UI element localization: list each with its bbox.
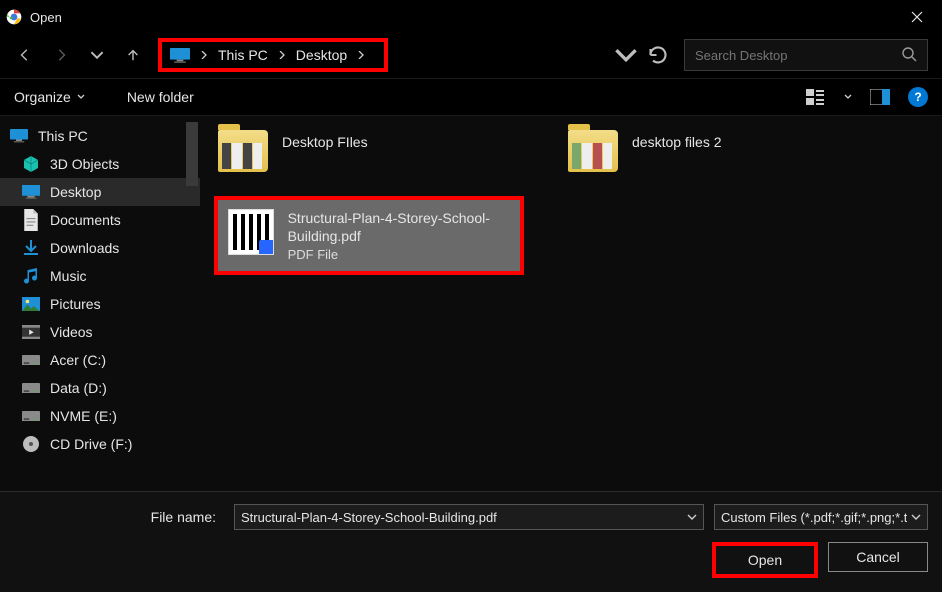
bottom-panel: File name: Custom Files (*.pdf;*.gif;*.p… [0, 491, 942, 592]
desktop-icon [22, 183, 40, 201]
organize-button[interactable]: Organize [14, 89, 85, 105]
this-pc-icon [170, 48, 190, 62]
new-folder-button[interactable]: New folder [127, 89, 194, 105]
previous-locations-button[interactable] [614, 43, 638, 67]
filter-label: Custom Files (*.pdf;*.gif;*.png;*.t [721, 510, 907, 525]
folder-label: Desktop FIles [282, 130, 368, 150]
sidebar-item-label: This PC [38, 128, 88, 144]
chevron-right-icon [357, 51, 365, 59]
sidebar-item-drive-e[interactable]: NVME (E:) [0, 402, 200, 430]
main-area: This PC 3D Objects Desktop Documents Dow… [0, 116, 942, 491]
sidebar: This PC 3D Objects Desktop Documents Dow… [0, 116, 200, 491]
sidebar-item-label: Desktop [50, 184, 101, 200]
music-icon [22, 267, 40, 285]
filename-combobox[interactable] [234, 504, 704, 530]
caret-down-icon[interactable] [844, 93, 852, 101]
search-icon [901, 46, 917, 65]
breadcrumb[interactable]: This PC Desktop [158, 38, 388, 72]
drive-icon [22, 407, 40, 425]
scrollbar-thumb[interactable] [186, 122, 198, 186]
caret-down-icon[interactable] [687, 510, 697, 525]
sidebar-item-label: Data (D:) [50, 380, 107, 396]
close-button[interactable] [900, 6, 934, 28]
drive-icon [22, 351, 40, 369]
help-button[interactable]: ? [908, 87, 928, 107]
caret-down-icon [911, 510, 921, 525]
sidebar-item-documents[interactable]: Documents [0, 206, 200, 234]
file-type-filter[interactable]: Custom Files (*.pdf;*.gif;*.png;*.t [714, 504, 928, 530]
this-pc-icon [10, 127, 28, 145]
sidebar-item-desktop[interactable]: Desktop [0, 178, 200, 206]
search-input[interactable] [695, 48, 885, 63]
sidebar-item-music[interactable]: Music [0, 262, 200, 290]
sidebar-item-label: CD Drive (F:) [50, 436, 132, 452]
file-name: Structural-Plan-4-Storey-School-Building… [288, 209, 510, 245]
chevron-right-icon [200, 51, 208, 59]
folder-label: desktop files 2 [632, 130, 722, 150]
sidebar-item-label: Music [50, 268, 87, 284]
document-icon [22, 211, 40, 229]
sidebar-item-this-pc[interactable]: This PC [0, 122, 200, 150]
pdf-thumbnail-icon [228, 209, 274, 255]
toolbar: Organize New folder ? [0, 78, 942, 116]
view-options-button[interactable] [806, 89, 826, 105]
search-box[interactable] [684, 39, 928, 71]
video-icon [22, 323, 40, 341]
chevron-right-icon [278, 51, 286, 59]
sidebar-item-drive-c[interactable]: Acer (C:) [0, 346, 200, 374]
window-title: Open [30, 10, 62, 25]
recent-locations-button[interactable] [86, 44, 108, 66]
address-bar: This PC Desktop [0, 34, 942, 78]
file-tile-selected[interactable]: Structural-Plan-4-Storey-School-Building… [214, 196, 524, 275]
sidebar-item-label: 3D Objects [50, 156, 119, 172]
drive-icon [22, 379, 40, 397]
cancel-button[interactable]: Cancel [828, 542, 928, 572]
folder-icon [568, 130, 618, 172]
app-icon [6, 9, 22, 25]
sidebar-item-pictures[interactable]: Pictures [0, 290, 200, 318]
up-button[interactable] [122, 44, 144, 66]
breadcrumb-root[interactable]: This PC [218, 47, 268, 63]
picture-icon [22, 295, 40, 313]
open-label: Open [748, 552, 782, 568]
sidebar-item-label: Videos [50, 324, 93, 340]
sidebar-item-drive-d[interactable]: Data (D:) [0, 374, 200, 402]
sidebar-item-downloads[interactable]: Downloads [0, 234, 200, 262]
back-button[interactable] [14, 44, 36, 66]
sidebar-item-label: Pictures [50, 296, 101, 312]
cd-icon [22, 435, 40, 453]
caret-down-icon [77, 93, 85, 101]
new-folder-label: New folder [127, 89, 194, 105]
sidebar-item-label: NVME (E:) [50, 408, 117, 424]
folder-tile[interactable]: Desktop FIles [214, 126, 504, 176]
cube-icon [22, 155, 40, 173]
breadcrumb-current[interactable]: Desktop [296, 47, 347, 63]
file-type: PDF File [288, 247, 510, 262]
folder-tile[interactable]: desktop files 2 [564, 126, 854, 176]
title-bar: Open [0, 0, 942, 34]
cancel-label: Cancel [856, 549, 900, 565]
sidebar-item-label: Downloads [50, 240, 119, 256]
organize-label: Organize [14, 89, 71, 105]
forward-button[interactable] [50, 44, 72, 66]
open-button[interactable]: Open [712, 542, 818, 578]
refresh-button[interactable] [646, 43, 670, 67]
sidebar-item-cd-drive[interactable]: CD Drive (F:) [0, 430, 200, 458]
sidebar-item-3d-objects[interactable]: 3D Objects [0, 150, 200, 178]
sidebar-item-videos[interactable]: Videos [0, 318, 200, 346]
filename-label: File name: [14, 509, 224, 525]
sidebar-item-label: Acer (C:) [50, 352, 106, 368]
folder-icon [218, 130, 268, 172]
sidebar-item-label: Documents [50, 212, 121, 228]
file-list: Desktop FIles desktop files 2 Structural… [200, 116, 942, 491]
preview-pane-button[interactable] [870, 89, 890, 105]
filename-input[interactable] [241, 510, 687, 525]
download-icon [22, 239, 40, 257]
